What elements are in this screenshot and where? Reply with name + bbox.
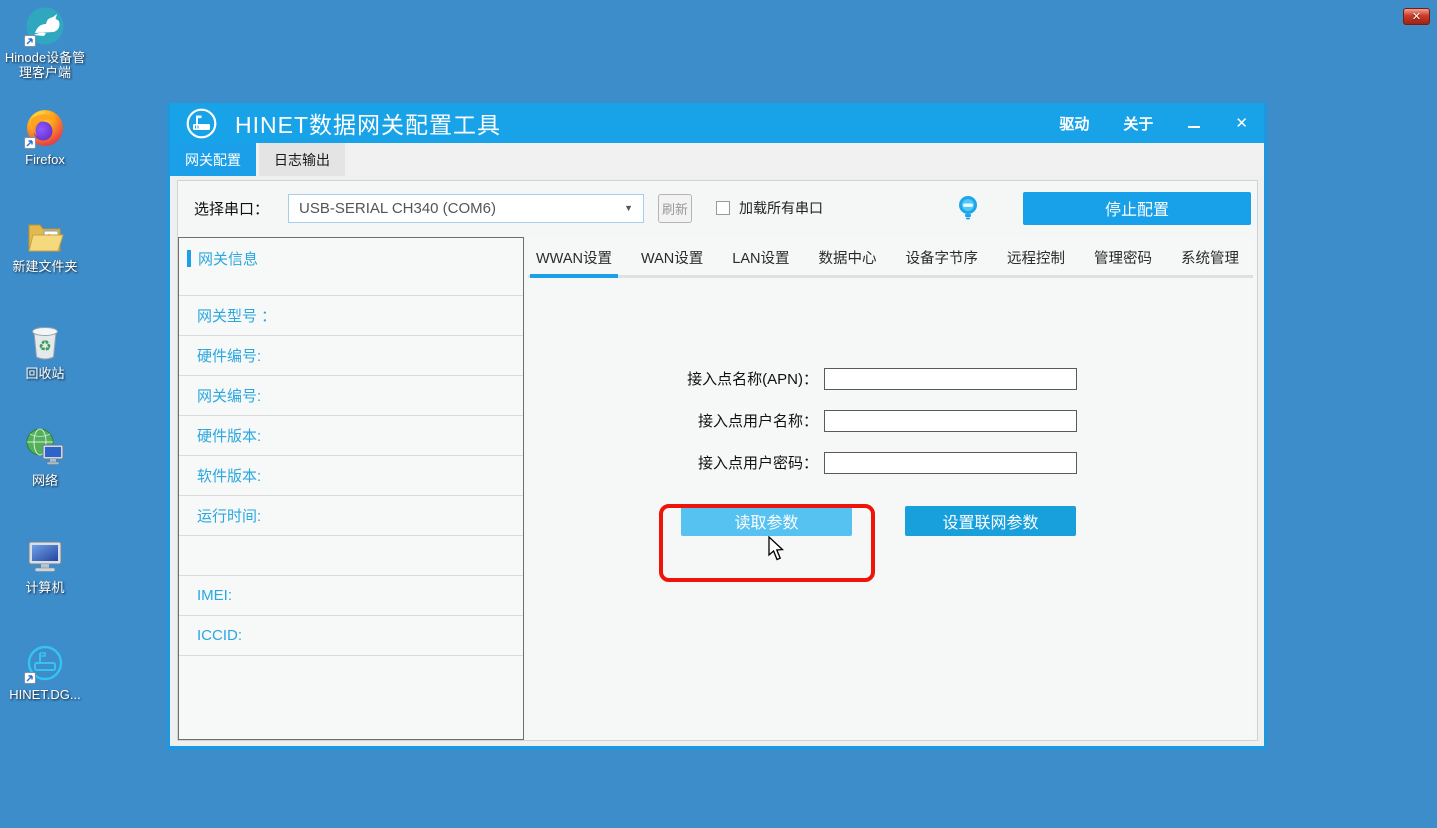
hinode-client-icon [1, 4, 89, 46]
bulb-status-icon [957, 194, 979, 222]
computer-icon [1, 534, 89, 576]
mouse-cursor [768, 536, 788, 567]
close-icon: ✕ [1235, 115, 1248, 132]
desktop-icon-label: Firefox [1, 152, 89, 167]
tab-gateway-config[interactable]: 网关配置 [170, 143, 256, 176]
gateway-app-icon [186, 108, 217, 139]
load-all-ports-checkbox[interactable] [716, 201, 730, 215]
hinet-dg-icon [1, 641, 89, 683]
main-tabstrip: 网关配置 日志输出 [170, 143, 1264, 176]
apn-username-label: 接入点用户名称： [528, 410, 818, 431]
tab-wan-settings[interactable]: WAN设置 [639, 247, 705, 275]
minimize-button[interactable] [1187, 113, 1201, 133]
network-icon [1, 427, 89, 469]
info-row-imei: IMEI: [179, 575, 523, 615]
titlebar: HINET数据网关配置工具 驱动 关于 ✕ [170, 103, 1264, 143]
desktop-icon-label: 网络 [1, 473, 89, 488]
desktop-icon-label: 计算机 [1, 580, 89, 595]
info-row-gateway-model: 网关型号 ： [179, 295, 523, 335]
port-select-label: 选择串口： [194, 198, 269, 219]
settings-tabstrip: WWAN设置 WAN设置 LAN设置 数据中心 设备字节序 远程控制 管理密码 … [528, 237, 1253, 278]
tab-lan-settings[interactable]: LAN设置 [730, 247, 791, 275]
chevron-down-icon: ▼ [624, 203, 633, 213]
settings-panel: WWAN设置 WAN设置 LAN设置 数据中心 设备字节序 远程控制 管理密码 … [528, 237, 1253, 740]
screen-close-icon: ✕ [1412, 10, 1421, 24]
shortcut-arrow-icon [24, 137, 36, 149]
tab-data-center[interactable]: 数据中心 [817, 247, 879, 275]
info-row-hardware-number: 硬件编号: [179, 335, 523, 375]
desktop-icon-label: HINET.DG... [1, 687, 89, 702]
info-panel-filler [179, 655, 523, 739]
desktop-icon-hinode-client[interactable]: Hinode设备管理客户端 [1, 4, 89, 80]
refresh-button[interactable]: 刷新 [658, 194, 692, 223]
app-window: HINET数据网关配置工具 驱动 关于 ✕ 网关配置 日志输出 选择串口： US… [167, 103, 1267, 750]
desktop-icon-firefox[interactable]: Firefox [1, 106, 89, 167]
desktop-icon-label: 新建文件夹 [1, 259, 89, 274]
tab-device-byte-order[interactable]: 设备字节序 [904, 247, 981, 275]
driver-menu[interactable]: 驱动 [1059, 113, 1089, 134]
svg-text:♻: ♻ [38, 338, 51, 355]
read-params-button[interactable]: 读取参数 [681, 506, 852, 536]
tab-admin-password[interactable]: 管理密码 [1092, 247, 1154, 275]
apn-password-input[interactable] [824, 452, 1077, 474]
info-panel-header: 网关信息 [179, 238, 523, 295]
screen-close-button[interactable]: ✕ [1403, 8, 1430, 25]
tab-wwan-settings[interactable]: WWAN设置 [534, 247, 614, 275]
apn-username-input[interactable] [824, 410, 1077, 432]
info-row-software-version: 软件版本: [179, 455, 523, 495]
info-row-iccid: ICCID: [179, 615, 523, 655]
serial-port-select[interactable]: USB-SERIAL CH340 (COM6) ▼ [288, 194, 644, 223]
stop-config-button[interactable]: 停止配置 [1023, 192, 1251, 225]
recycle-bin-icon: ♻ [1, 320, 89, 362]
folder-icon [1, 213, 89, 255]
about-menu[interactable]: 关于 [1123, 113, 1153, 134]
desktop-icon-network[interactable]: 网络 [1, 427, 89, 488]
apn-input[interactable] [824, 368, 1077, 390]
info-row-spacer [179, 535, 523, 575]
info-row-gateway-number: 网关编号: [179, 375, 523, 415]
info-row-hardware-version: 硬件版本: [179, 415, 523, 455]
window-title: HINET数据网关配置工具 [235, 106, 501, 140]
wwan-form: 接入点名称(APN)： 接入点用户名称： 接入点用户密码： 读取参数 设置联网参… [528, 367, 1253, 536]
desktop-icon-hinet-dg[interactable]: HINET.DG... [1, 641, 89, 702]
desktop-icon-computer[interactable]: 计算机 [1, 534, 89, 595]
firefox-icon [1, 106, 89, 148]
desktop-icon-recycle-bin[interactable]: ♻ 回收站 [1, 320, 89, 381]
tab-log-output[interactable]: 日志输出 [259, 143, 345, 176]
apn-label: 接入点名称(APN)： [528, 368, 818, 389]
tab-remote-control[interactable]: 远程控制 [1005, 247, 1067, 275]
tab-system-management[interactable]: 系统管理 [1179, 247, 1241, 275]
gateway-info-panel: 网关信息 网关型号 ： 硬件编号: 网关编号: 硬件版本: 软件版本: 运行时间… [178, 237, 524, 740]
minimize-icon [1188, 126, 1200, 128]
serial-port-value: USB-SERIAL CH340 (COM6) [299, 200, 496, 217]
port-toolbar: 选择串口： USB-SERIAL CH340 (COM6) ▼ 刷新 加载所有串… [181, 187, 1251, 229]
desktop-icon-label: Hinode设备管理客户端 [1, 50, 89, 80]
load-all-ports-label: 加载所有串口 [739, 198, 823, 218]
shortcut-arrow-icon [24, 35, 36, 47]
apn-password-label: 接入点用户密码： [528, 452, 818, 473]
set-network-params-button[interactable]: 设置联网参数 [905, 506, 1076, 536]
desktop-icon-label: 回收站 [1, 366, 89, 381]
header-accent-bar [187, 250, 191, 267]
desktop-icon-new-folder[interactable]: 新建文件夹 [1, 213, 89, 274]
info-row-uptime: 运行时间: [179, 495, 523, 535]
window-close-button[interactable]: ✕ [1235, 114, 1248, 132]
shortcut-arrow-icon [24, 672, 36, 684]
